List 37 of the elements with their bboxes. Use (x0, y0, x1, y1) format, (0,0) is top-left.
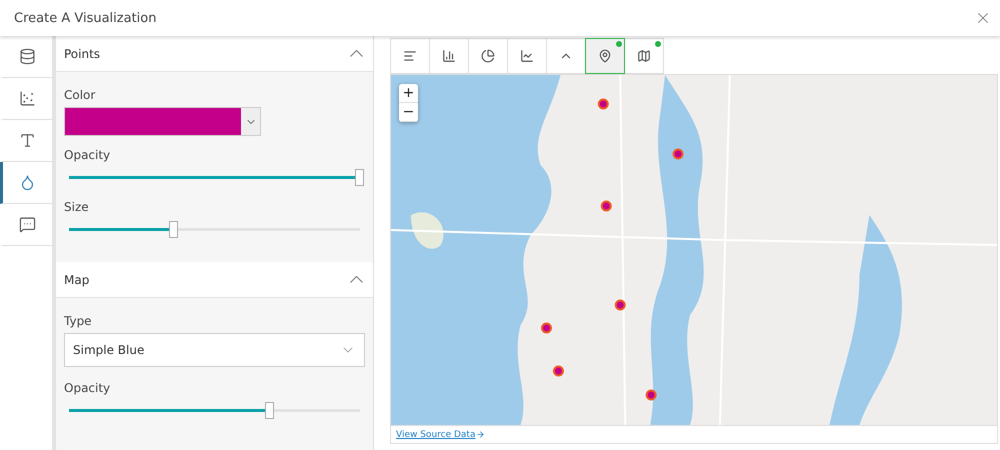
field-label: Color (64, 88, 96, 102)
line-chart-icon (520, 49, 534, 63)
field-label: Type (64, 314, 93, 328)
slider-thumb[interactable] (355, 169, 364, 186)
slider-thumb[interactable] (264, 402, 274, 419)
chevron-up-icon (350, 50, 363, 57)
text-icon (19, 132, 36, 149)
chevron-up-icon (350, 276, 363, 283)
window-title: Create A Visualization (14, 10, 156, 26)
column-chart-button[interactable] (429, 38, 469, 74)
droplet-tab[interactable] (0, 162, 52, 204)
slider-thumb[interactable] (168, 221, 178, 238)
field-label: Size (64, 200, 90, 214)
arrow-icon (476, 430, 486, 439)
point-map-button[interactable] (585, 38, 625, 74)
zoom-in-button[interactable]: + (399, 84, 418, 103)
pie-chart-icon (481, 49, 495, 63)
column-chart-icon (442, 49, 456, 63)
field-label: Opacity (64, 381, 112, 395)
line-chart-button[interactable] (507, 38, 547, 74)
database-icon (19, 48, 36, 65)
section-header[interactable]: Map (56, 262, 373, 298)
region-map-button[interactable] (624, 38, 664, 74)
region-map-icon (637, 49, 651, 63)
bar-chart-icon (403, 49, 417, 63)
field-label: Opacity (64, 148, 112, 162)
droplet-icon (19, 174, 36, 191)
section-header[interactable]: Points (56, 36, 373, 72)
color-picker[interactable] (64, 107, 261, 136)
point-map-icon (598, 49, 612, 63)
pie-chart-button[interactable] (468, 38, 508, 74)
zoom-out-button[interactable]: − (399, 103, 418, 122)
view-source-link[interactable]: View Source Data (396, 430, 486, 440)
area-chart-button[interactable] (546, 38, 586, 74)
bar-chart-button[interactable] (390, 38, 430, 74)
comment-icon (19, 216, 36, 233)
type-dropdown[interactable]: Simple Blue (64, 333, 365, 367)
